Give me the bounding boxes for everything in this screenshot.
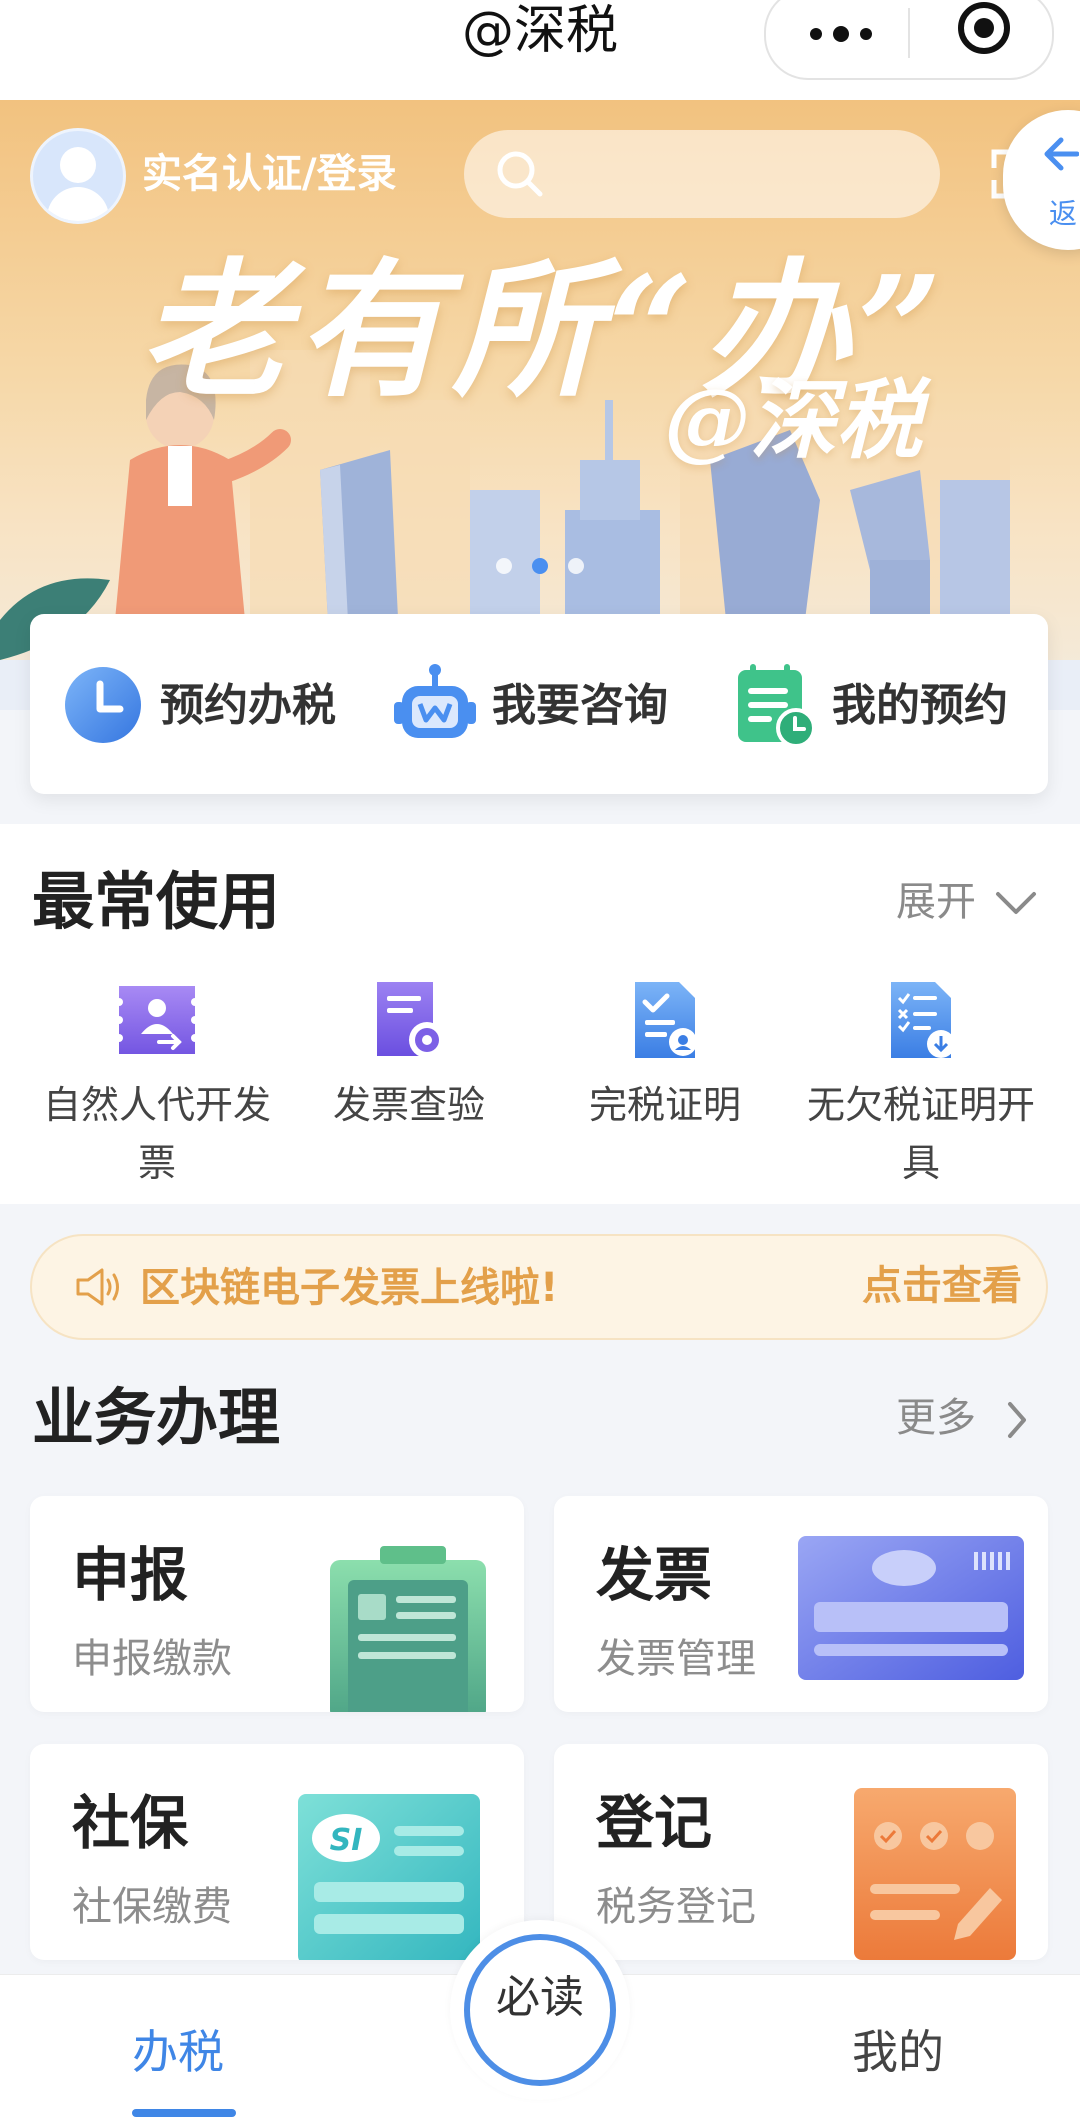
section-title: 业务办理 — [32, 1381, 281, 1454]
search-icon — [497, 151, 543, 197]
carousel-dot — [568, 558, 584, 574]
mini-program-top-bar: @深税 — [0, 0, 1080, 100]
svg-text:SI: SI — [330, 1823, 363, 1858]
must-read-label: 必读 — [496, 1972, 584, 2023]
biz-card-subtitle: 社保缴费 — [72, 1884, 232, 1930]
no-arrears-certificate-icon — [891, 982, 955, 1058]
carousel-indicator — [496, 558, 586, 578]
notice-link[interactable]: 点击查看 — [862, 1258, 1022, 1314]
tool-no-arrears-certificate[interactable]: 无欠税证明开具 — [796, 978, 1046, 1192]
calendar-list-icon — [738, 664, 816, 748]
speaker-icon — [76, 1268, 119, 1306]
more-label: 更多 — [896, 1395, 976, 1441]
tool-label: 无欠税证明开具 — [806, 1083, 1035, 1185]
biz-card-subtitle: 发票管理 — [596, 1636, 756, 1682]
expand-label: 展开 — [896, 879, 976, 925]
capsule-divider — [908, 8, 910, 58]
quick-action-label: 我要咨询 — [492, 680, 668, 731]
expand-toggle[interactable]: 展开 — [896, 874, 1046, 930]
biz-card-subtitle: 申报缴款 — [72, 1636, 232, 1682]
tool-label: 完税证明 — [588, 1083, 741, 1127]
tax-certificate-icon — [635, 982, 697, 1058]
quick-action-label: 我的预约 — [832, 680, 1008, 731]
quick-action-appointment[interactable]: 预约办税 — [60, 662, 370, 748]
capsule-menu — [764, 0, 1054, 80]
chevron-right-icon — [1008, 1402, 1026, 1438]
avatar[interactable] — [30, 128, 126, 224]
biz-card-declare[interactable]: 申报 申报缴款 — [30, 1496, 524, 1712]
chevron-down-icon — [996, 892, 1036, 914]
quick-action-my-appointment[interactable]: 我的预约 — [732, 662, 1042, 748]
robot-icon — [394, 664, 476, 738]
social-security-card-illustration: SI — [298, 1794, 480, 1960]
arrow-left-icon — [1044, 137, 1079, 171]
quick-action-consult[interactable]: 我要咨询 — [392, 662, 702, 748]
avatar-head — [60, 147, 96, 183]
tool-invoice-check[interactable]: 发票查验 — [284, 978, 534, 1134]
biz-card-subtitle: 税务登记 — [596, 1884, 756, 1930]
notice-bar[interactable]: 区块链电子发票上线啦! 点击查看 — [30, 1234, 1048, 1340]
biz-card-title: 社保 — [72, 1789, 189, 1857]
invoice-card-illustration — [798, 1536, 1024, 1680]
tool-invoice-person[interactable]: 自然人代开发票 — [32, 978, 282, 1192]
biz-card-title: 申报 — [72, 1541, 189, 1609]
biz-card-title: 登记 — [596, 1789, 713, 1857]
clipboard-illustration — [330, 1546, 486, 1712]
back-label: 返 — [1049, 197, 1078, 230]
login-link[interactable]: 实名认证/登录 — [142, 146, 397, 202]
tab-tax[interactable]: 办税 — [132, 2021, 224, 2083]
invoice-check-icon — [377, 982, 445, 1058]
biz-card-registration[interactable]: 登记 税务登记 — [554, 1744, 1048, 1960]
invoice-person-icon — [115, 986, 199, 1054]
quick-action-label: 预约办税 — [160, 680, 336, 731]
tool-label: 发票查验 — [332, 1083, 485, 1127]
active-tab-indicator — [132, 2109, 236, 2117]
avatar-body — [47, 187, 109, 221]
most-used-section: 最常使用 展开 自然人代开发票 发票查验 完税证明 无欠税证明开具 — [0, 824, 1080, 1204]
clock-icon — [65, 667, 141, 743]
tool-label: 自然人代开发票 — [42, 1083, 271, 1185]
notice-message: 区块链电子发票上线啦! — [140, 1265, 559, 1311]
biz-card-invoice[interactable]: 发票 发票管理 — [554, 1496, 1048, 1712]
biz-card-social-security[interactable]: 社保 社保缴费 SI — [30, 1744, 524, 1960]
banner-handle: @深税 — [664, 370, 922, 471]
carousel-dot — [496, 558, 512, 574]
target-close-icon[interactable] — [956, 0, 1012, 56]
biz-card-title: 发票 — [596, 1541, 713, 1609]
search-input[interactable] — [464, 130, 940, 218]
quick-actions-card: 预约办税 我要咨询 我的预约 — [30, 614, 1048, 794]
tab-mine[interactable]: 我的 — [852, 2021, 944, 2083]
registration-form-illustration — [854, 1788, 1016, 1960]
more-link[interactable]: 更多 — [896, 1390, 1046, 1446]
section-title: 最常使用 — [32, 865, 281, 938]
tab-must-read[interactable]: 必读 — [450, 1920, 630, 2100]
more-dots-icon[interactable] — [806, 6, 876, 46]
tool-tax-certificate[interactable]: 完税证明 — [540, 978, 790, 1134]
carousel-dot-active — [532, 558, 548, 574]
